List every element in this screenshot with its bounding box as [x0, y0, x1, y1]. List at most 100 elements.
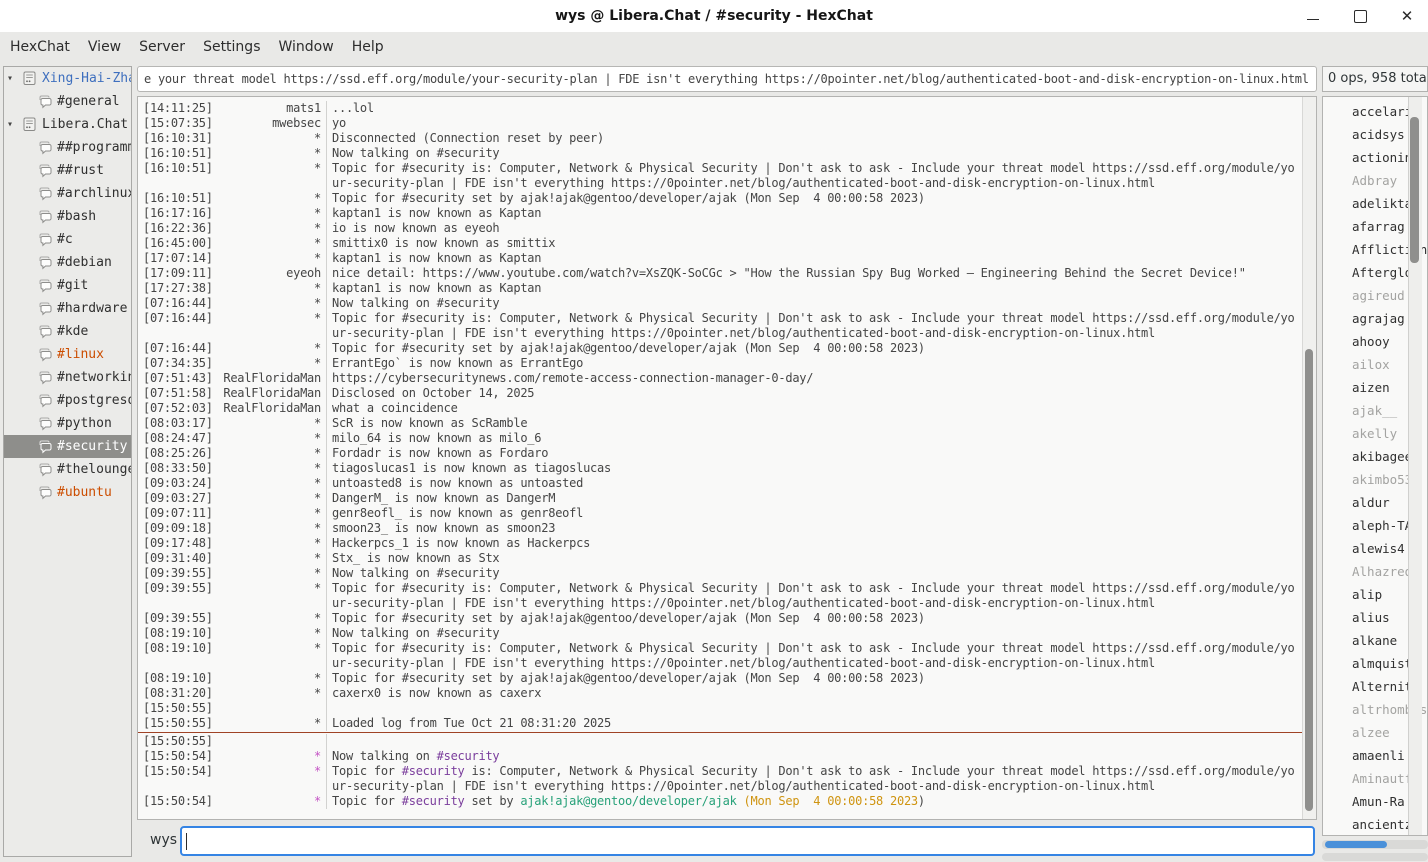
timestamp: [15:50:54]	[138, 794, 215, 809]
chat-row: ur-security-plan | FDE isn't everything …	[138, 779, 1316, 794]
nick	[215, 701, 326, 716]
tree-channel-general[interactable]: #general	[4, 90, 131, 113]
maximize-button[interactable]	[1353, 9, 1367, 23]
tree-channel-hardware[interactable]: #hardware	[4, 297, 131, 320]
tree-channel-kde[interactable]: #kde	[4, 320, 131, 343]
menu-item-server[interactable]: Server	[139, 39, 200, 55]
menu-item-view[interactable]: View	[88, 39, 136, 55]
message: Stx_ is now known as Stx	[326, 551, 1316, 566]
chat-row: [07:34:35]*ErrantEgo` is now known as Er…	[138, 356, 1316, 371]
server-tree: ▾Xing-Hai-Zhang#general▾Libera.Chat##pro…	[3, 66, 132, 857]
message: ErrantEgo` is now known as ErrantEgo	[326, 356, 1316, 371]
userlist-hscrollbar-secondary[interactable]	[1322, 853, 1428, 861]
message	[326, 701, 1316, 716]
nick: *	[215, 506, 326, 521]
message: genr8eofl_ is now known as genr8eofl	[326, 506, 1316, 521]
menu-item-help[interactable]: Help	[352, 39, 399, 55]
timestamp: [14:11:25]	[138, 101, 215, 116]
message: https://cybersecuritynews.com/remote-acc…	[326, 371, 1316, 386]
chat-scrollbar-thumb[interactable]	[1305, 349, 1313, 811]
expander-icon[interactable]: ▾	[7, 119, 20, 130]
server-icon	[22, 117, 37, 132]
timestamp	[138, 596, 215, 611]
timestamp: [09:03:27]	[138, 491, 215, 506]
message: ur-security-plan | FDE isn't everything …	[326, 779, 1316, 794]
tree-channel-programming[interactable]: ##programming	[4, 136, 131, 159]
tree-channel-c[interactable]: #c	[4, 228, 131, 251]
channel-icon	[37, 301, 53, 316]
nick: *	[215, 236, 326, 251]
timestamp: [08:19:10]	[138, 671, 215, 686]
nick: *	[215, 281, 326, 296]
tree-server-libera.chat[interactable]: ▾Libera.Chat	[4, 113, 131, 136]
timestamp	[138, 656, 215, 671]
nick: *	[215, 161, 326, 176]
message: tiagoslucas1 is now known as tiagoslucas	[326, 461, 1316, 476]
timestamp: [16:10:31]	[138, 131, 215, 146]
close-button[interactable]: ✕	[1400, 9, 1414, 23]
timestamp	[138, 779, 215, 794]
nick: *	[215, 581, 326, 596]
timestamp: [16:45:00]	[138, 236, 215, 251]
timestamp: [09:17:48]	[138, 536, 215, 551]
nick	[215, 176, 326, 191]
userlist-hscrollbar-thumb[interactable]	[1325, 841, 1387, 848]
tree-channel-debian[interactable]: #debian	[4, 251, 131, 274]
message: caxerx0 is now known as caxerx	[326, 686, 1316, 701]
chat-row: ur-security-plan | FDE isn't everything …	[138, 176, 1316, 191]
tree-server-xing-hai-zhang[interactable]: ▾Xing-Hai-Zhang	[4, 67, 131, 90]
tree-channel-networking[interactable]: #networking	[4, 366, 131, 389]
channel-icon	[37, 186, 53, 201]
chat-row: ur-security-plan | FDE isn't everything …	[138, 656, 1316, 671]
message: ScR is now known as ScRamble	[326, 416, 1316, 431]
timestamp: [15:50:55]	[138, 716, 215, 731]
tree-channel-thelounge[interactable]: #thelounge	[4, 458, 131, 481]
nick: *	[215, 536, 326, 551]
tree-channel-ubuntu[interactable]: #ubuntu	[4, 481, 131, 504]
chat-scrollbar[interactable]	[1302, 97, 1316, 819]
tree-channel-linux[interactable]: #linux	[4, 343, 131, 366]
menu-item-hexchat[interactable]: HexChat	[10, 39, 85, 55]
nick: *	[215, 191, 326, 206]
chat-row: [15:50:55]	[138, 701, 1316, 716]
tree-channel-archlinux[interactable]: #archlinux	[4, 182, 131, 205]
topic-entry[interactable]: e your threat model https://ssd.eff.org/…	[137, 66, 1317, 92]
minimize-button[interactable]	[1306, 9, 1320, 23]
chat-row: [07:51:43]RealFloridaManhttps://cybersec…	[138, 371, 1316, 386]
menu-item-window[interactable]: Window	[278, 39, 348, 55]
message-input[interactable]	[180, 826, 1315, 856]
chat-row: [15:50:55]*Loaded log from Tue Oct 21 08…	[138, 716, 1316, 731]
chat-row: [17:27:38]*kaptan1 is now known as Kapta…	[138, 281, 1316, 296]
chat-row: [09:03:27]*DangerM_ is now known as Dang…	[138, 491, 1316, 506]
message: Topic for #security is: Computer, Networ…	[326, 311, 1316, 326]
menu-item-settings[interactable]: Settings	[203, 39, 275, 55]
message: ...lol	[326, 101, 1316, 116]
timestamp: [07:16:44]	[138, 311, 215, 326]
message: ur-security-plan | FDE isn't everything …	[326, 656, 1316, 671]
nick: eyeoh	[215, 266, 326, 281]
nick: *	[215, 671, 326, 686]
tree-channel-rust[interactable]: ##rust	[4, 159, 131, 182]
channel-icon	[37, 209, 53, 224]
userlist-scrollbar-thumb[interactable]	[1410, 117, 1419, 263]
tree-channel-security[interactable]: #security	[4, 435, 131, 458]
expander-icon[interactable]: ▾	[7, 73, 20, 84]
message: Topic for #security set by ajak!ajak@gen…	[326, 341, 1316, 356]
userlist-hscrollbar[interactable]	[1322, 840, 1428, 849]
tree-channel-postgresql[interactable]: #postgresql	[4, 389, 131, 412]
tree-channel-bash[interactable]: #bash	[4, 205, 131, 228]
timestamp: [15:50:55]	[138, 701, 215, 716]
nick: *	[215, 296, 326, 311]
nick: *	[215, 476, 326, 491]
channel-icon	[37, 416, 53, 431]
nick: *	[215, 641, 326, 656]
chat-row: [09:03:24]*untoasted8 is now known as un…	[138, 476, 1316, 491]
tree-channel-git[interactable]: #git	[4, 274, 131, 297]
timestamp: [07:51:58]	[138, 386, 215, 401]
nick: *	[215, 356, 326, 371]
timestamp: [08:03:17]	[138, 416, 215, 431]
chat-row: [16:10:51]*Topic for #security is: Compu…	[138, 161, 1316, 176]
chat-row: [08:31:20]*caxerx0 is now known as caxer…	[138, 686, 1316, 701]
tree-channel-python[interactable]: #python	[4, 412, 131, 435]
chat-row: [07:16:44]*Now talking on #security	[138, 296, 1316, 311]
